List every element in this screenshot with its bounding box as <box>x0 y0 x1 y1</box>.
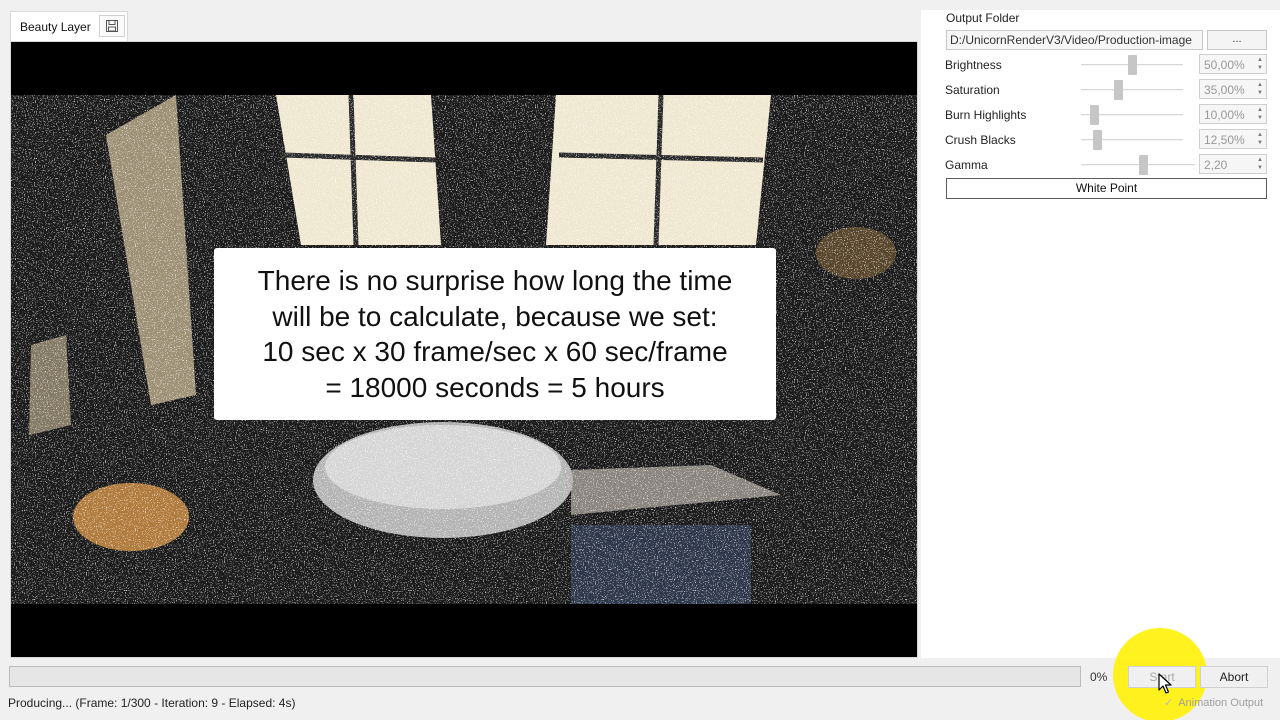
output-folder-field[interactable]: D:/UnicornRenderV3/Video/Production-imag… <box>946 30 1203 50</box>
crush-blacks-slider-handle[interactable] <box>1092 130 1102 150</box>
tab-label: Beauty Layer <box>20 19 91 34</box>
saturation-label: Saturation <box>945 83 1000 97</box>
saturation-spinbox[interactable]: 35,00% ▲ ▼ <box>1199 79 1267 99</box>
spin-arrows-icon[interactable]: ▲ ▼ <box>1254 80 1266 98</box>
status-text: Producing... (Frame: 1/300 - Iteration: … <box>8 696 296 710</box>
gamma-value: 2,20 <box>1204 158 1228 172</box>
gamma-slider-handle[interactable] <box>1138 155 1148 175</box>
save-icon[interactable] <box>99 15 125 37</box>
render-progress-bar <box>9 666 1081 687</box>
saturation-value: 35,00% <box>1204 83 1245 97</box>
gamma-spinbox[interactable]: 2,20 ▲ ▼ <box>1199 154 1267 174</box>
abort-button[interactable]: Abort <box>1200 666 1268 688</box>
mouse-cursor-icon <box>1158 673 1172 694</box>
crush-blacks-spinbox[interactable]: 12,50% ▲ ▼ <box>1199 129 1267 149</box>
render-viewport: There is no surprise how long the time w… <box>11 42 917 657</box>
spin-arrows-icon[interactable]: ▲ ▼ <box>1254 130 1266 148</box>
progress-percent: 0% <box>1090 670 1108 684</box>
brightness-value: 50,00% <box>1204 58 1245 72</box>
spin-arrows-icon[interactable]: ▲ ▼ <box>1254 155 1266 173</box>
gamma-label: Gamma <box>945 158 988 172</box>
burn-highlights-slider-handle[interactable] <box>1090 105 1100 125</box>
check-icon: ✓ <box>1164 697 1174 709</box>
saturation-slider-track[interactable] <box>1081 89 1183 91</box>
spin-arrows-icon[interactable]: ▲ ▼ <box>1254 105 1266 123</box>
animation-output-label: Animation Output <box>1178 697 1264 709</box>
brightness-slider-handle[interactable] <box>1127 55 1137 75</box>
white-point-button[interactable]: White Point <box>946 178 1267 199</box>
burn-highlights-label: Burn Highlights <box>945 108 1027 122</box>
output-folder-label: Output Folder <box>946 11 1020 25</box>
caption-overlay: There is no surprise how long the time w… <box>214 248 776 420</box>
burn-highlights-value: 10,00% <box>1204 108 1245 122</box>
burn-highlights-spinbox[interactable]: 10,00% ▲ ▼ <box>1199 104 1267 124</box>
saturation-slider-handle[interactable] <box>1113 80 1123 100</box>
crush-blacks-label: Crush Blacks <box>945 133 1016 147</box>
browse-button[interactable]: ... <box>1207 30 1267 50</box>
spin-arrows-icon[interactable]: ▲ ▼ <box>1254 55 1266 73</box>
tab-beauty-layer[interactable]: Beauty Layer <box>10 11 128 41</box>
settings-panel: Output Folder D:/UnicornRenderV3/Video/P… <box>921 10 1280 658</box>
brightness-spinbox[interactable]: 50,00% ▲ ▼ <box>1199 54 1267 74</box>
brightness-label: Brightness <box>945 58 1002 72</box>
animation-output-checkbox[interactable]: ✓ Animation Output <box>1164 696 1263 709</box>
caption-text: There is no surprise how long the time w… <box>257 265 733 403</box>
crush-blacks-value: 12,50% <box>1204 133 1245 147</box>
